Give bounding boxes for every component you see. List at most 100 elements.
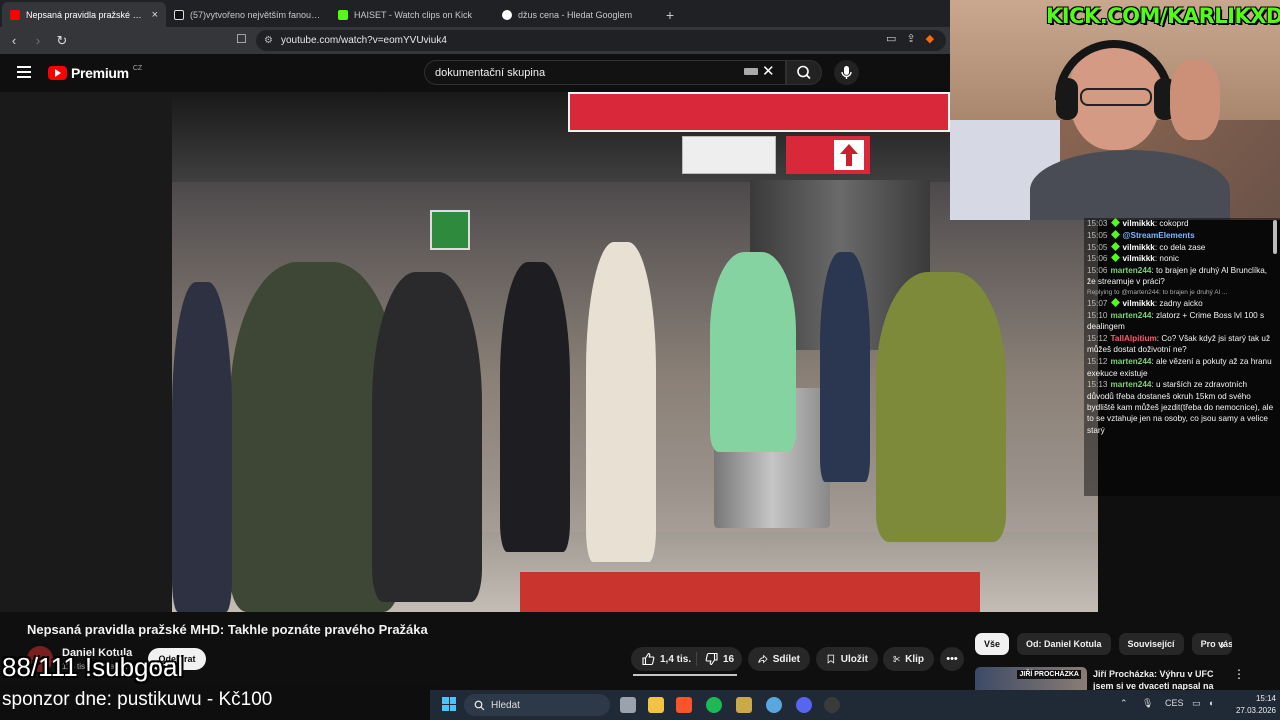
keyboard-icon[interactable] [744, 68, 758, 75]
network-icon[interactable]: ▭ [1192, 698, 1201, 709]
like-button[interactable]: 1,4 tis. [631, 652, 697, 666]
tab-close-icon[interactable]: × [152, 9, 158, 21]
chat-scrollbar[interactable] [1273, 220, 1277, 254]
clock-date: 27.03.2026 [1235, 706, 1276, 715]
microphone-icon [841, 66, 852, 79]
notepad-icon[interactable] [736, 697, 752, 713]
more-actions-button[interactable]: ••• [940, 647, 964, 671]
clock-time: 15:14 [1255, 694, 1276, 703]
site-info-icon[interactable]: ⚙ [264, 35, 273, 46]
chat-username[interactable]: vilmikkk [1123, 219, 1155, 228]
obs-icon[interactable] [824, 697, 840, 713]
kick-url-overlay: KICK.COM/KARLIKXD [1046, 4, 1280, 28]
chat-username[interactable]: vilmikkk [1123, 299, 1155, 308]
ccleaner-icon[interactable] [766, 697, 782, 713]
voice-search-button[interactable] [834, 60, 859, 85]
share-button[interactable]: Sdílet [748, 647, 810, 671]
taskbar-clock[interactable]: 15:14 27.03.2026 [1230, 693, 1276, 717]
clear-search-icon[interactable]: ✕ [762, 62, 775, 80]
browser-tab-youtube[interactable]: Nepsaná pravidla pražské MHD × [2, 2, 166, 27]
chevron-right-icon[interactable]: › [1220, 636, 1225, 652]
chat-timestamp: 15:07 [1087, 299, 1108, 309]
forward-icon[interactable]: › [28, 33, 48, 48]
recommended-video[interactable]: JIŘÍ PROCHÁZKA Jiří Procházka: Výhru v U… [975, 667, 1255, 691]
chat-message: 15:05 @StreamElements [1087, 229, 1274, 241]
subgoal-overlay: 88/111 !subgoal [2, 652, 184, 682]
chat-username[interactable]: TallAlpitium [1111, 334, 1157, 343]
chat-message: 15:06 marten244: to brajen je druhý Al Br… [1087, 265, 1274, 288]
chip-all[interactable]: Vše [975, 633, 1010, 655]
chat-timestamp: 15:06 [1087, 266, 1108, 276]
more-vertical-icon[interactable]: ⋮ [1233, 667, 1245, 681]
headphone-cup [1056, 78, 1078, 120]
new-tab-button[interactable]: + [658, 2, 682, 27]
task-view-icon[interactable] [620, 697, 636, 713]
arrow-sign [786, 136, 870, 174]
dislike-count: 16 [723, 653, 735, 665]
windows-start-icon[interactable] [442, 697, 456, 711]
chat-timestamp: 15:03 [1087, 219, 1108, 228]
chat-message: 15:12 TallAlpitium: Co? Však když jsi sta… [1087, 333, 1274, 356]
language-indicator[interactable]: CES [1165, 698, 1184, 708]
chat-timestamp: 15:12 [1087, 357, 1108, 367]
reload-icon[interactable]: ↻ [52, 33, 72, 49]
chat-username[interactable]: marten244 [1111, 380, 1152, 389]
menu-icon[interactable] [17, 66, 31, 78]
file-explorer-icon[interactable] [648, 697, 664, 713]
chip-for-you[interactable]: Pro vás [1191, 633, 1232, 655]
chat-message: 15:06 vilmikkk: nonic [1087, 253, 1274, 264]
url-text: youtube.com/watch?v=eomYVUviuk4 [280, 35, 447, 46]
address-bar[interactable]: ⚙ youtube.com/watch?v=eomYVUviuk4 [256, 30, 946, 51]
browser-tab-tiktok[interactable]: (57)vytvořeno největším fanouškem [166, 2, 330, 27]
logo-text: Premium [71, 65, 129, 81]
browser-actions: ▭ ⇪ ◆ [886, 32, 934, 45]
youtube-play-icon [48, 66, 67, 80]
chip-from-channel[interactable]: Od: Daniel Kotula [1017, 633, 1111, 655]
chat-username[interactable]: @StreamElements [1123, 231, 1195, 240]
video-player[interactable] [0, 92, 1098, 612]
chat-username[interactable]: vilmikkk [1123, 254, 1155, 263]
save-button[interactable]: Uložit [816, 647, 878, 671]
browser-tab-google[interactable]: džus cena - Hledat Googlem [494, 2, 658, 27]
chat-username[interactable]: marten244 [1111, 311, 1152, 320]
search-input[interactable]: dokumentační skupina [424, 60, 786, 85]
cast-icon[interactable]: ▭ [886, 32, 896, 45]
tiktok-favicon-icon [174, 9, 184, 20]
search-button[interactable] [786, 60, 822, 85]
volume-icon[interactable]: ◖ [1208, 698, 1213, 708]
recommended-thumbnail[interactable]: JIŘÍ PROCHÁZKA [975, 667, 1087, 691]
brave-browser-icon[interactable] [676, 697, 692, 713]
taskbar: Hledat ⌃ 🎙 CES ▭ ◖ 15:14 27.03.2026 [430, 690, 1280, 720]
browser-tab-kick[interactable]: HAISET - Watch clips on Kick [330, 2, 494, 27]
tray-expand-icon[interactable]: ⌃ [1120, 698, 1128, 709]
discord-icon[interactable] [796, 697, 812, 713]
chat-badge-icon [1110, 229, 1120, 239]
extension-icon[interactable]: ◆ [926, 32, 934, 45]
taskbar-search[interactable]: Hledat [464, 694, 610, 716]
bookmark-icon[interactable]: ☐ [236, 32, 247, 46]
thumbnail-text: JIŘÍ PROCHÁZKA [1017, 670, 1081, 679]
dislike-button[interactable]: 16 [697, 652, 734, 666]
share-icon[interactable]: ⇪ [906, 32, 915, 45]
youtube-logo[interactable]: Premium CZ [48, 65, 142, 81]
share-label: Sdílet [772, 653, 800, 665]
chat-username[interactable]: vilmikkk [1123, 243, 1155, 252]
chat-message: 15:05 vilmikkk: co dela zase [1087, 241, 1274, 253]
microphone-tray-icon[interactable]: 🎙 [1142, 698, 1153, 709]
back-icon[interactable]: ‹ [4, 33, 24, 48]
chat-timestamp: 15:10 [1087, 311, 1108, 321]
thumbs-up-icon [642, 652, 655, 666]
stream-chat: 15:03 vilmikkk: cokoprd 15:05 @StreamElemen… [1084, 218, 1280, 496]
chat-timestamp: 15:05 [1087, 230, 1108, 240]
chat-username[interactable]: marten244 [1111, 266, 1152, 275]
recommended-title[interactable]: Jiří Procházka: Výhru v UFC jsem si ve d… [1093, 668, 1233, 691]
chat-timestamp: 15:12 [1087, 334, 1108, 344]
clip-button[interactable]: Klip [883, 647, 934, 671]
chip-related[interactable]: Související [1118, 633, 1184, 655]
chat-username[interactable]: marten244 [1111, 357, 1152, 366]
spotify-icon[interactable] [706, 697, 722, 713]
chat-text: nonic [1159, 254, 1179, 264]
bookmark-icon [827, 654, 835, 664]
video-person [820, 252, 870, 482]
youtube-favicon-icon [10, 9, 20, 20]
